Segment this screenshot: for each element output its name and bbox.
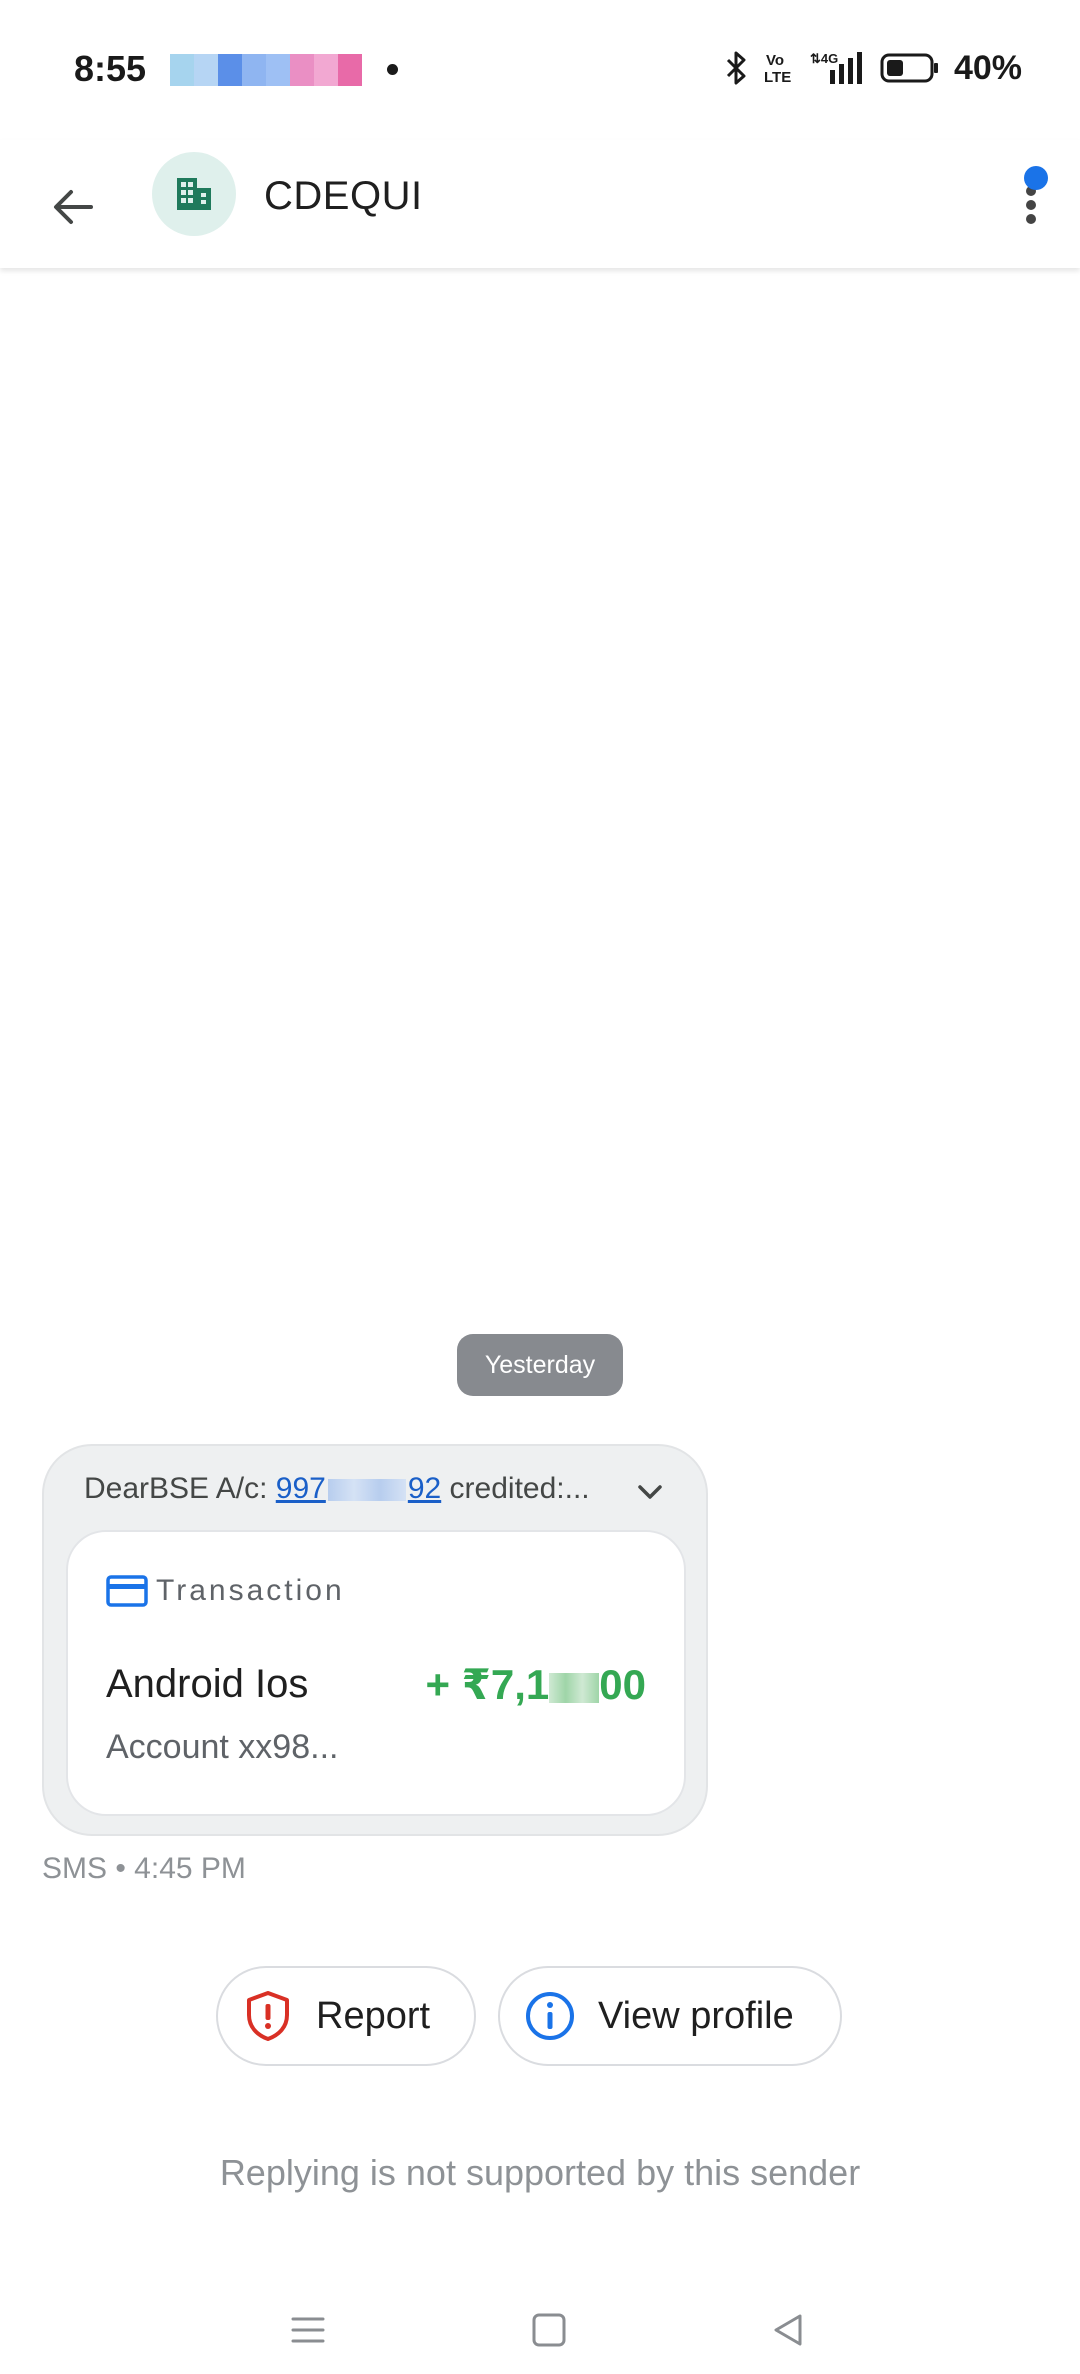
more-options-button[interactable] (1000, 162, 1060, 242)
system-nav-bar (0, 2280, 1080, 2374)
report-shield-icon (242, 1990, 294, 2042)
transaction-card[interactable]: Transaction Android Ios + ₹7,1 00 Account… (66, 1530, 686, 1816)
app-bar: CDEQUI (0, 140, 1080, 268)
avatar[interactable] (152, 152, 236, 236)
status-time: 8:55 (74, 48, 147, 89)
report-label: Report (316, 1994, 431, 2037)
home-square-icon (532, 2313, 566, 2347)
transaction-label: Transaction (156, 1574, 345, 1607)
message-suffix: credited:... (449, 1472, 590, 1505)
message-bubble[interactable]: DearBSE A/c: 997 92 credited:... Transact… (42, 1444, 708, 1836)
menu-icon (291, 2317, 325, 2343)
battery-icon (880, 53, 938, 83)
back-button[interactable] (38, 172, 108, 242)
merchant-name: Android Ios (106, 1662, 309, 1706)
notification-icon (314, 54, 338, 86)
notification-icon (218, 54, 242, 86)
volte-icon: Vo LTE (764, 52, 791, 86)
home-button[interactable] (509, 2290, 589, 2370)
report-button[interactable]: Report (216, 1966, 476, 2066)
amount-suffix: 00 (599, 1661, 646, 1708)
recents-button[interactable] (268, 2290, 348, 2370)
redacted-amount-digits (549, 1672, 600, 1703)
transaction-amount: + ₹7,1 00 (425, 1660, 646, 1709)
notification-badge (1024, 166, 1048, 190)
signal-4g-icon: ⇅4G (810, 51, 862, 84)
notification-icon (338, 54, 362, 86)
more-notifications-dot (387, 64, 398, 75)
svg-text:⇅4G: ⇅4G (810, 51, 838, 66)
battery-percent: 40% (953, 48, 1022, 87)
info-icon (524, 1990, 576, 2042)
notification-icon (266, 54, 290, 86)
notification-icon (170, 54, 194, 86)
account-number-end: 92 (407, 1472, 442, 1505)
notification-icon (194, 54, 218, 86)
account-summary: Account xx98... (106, 1728, 339, 1766)
back-nav-button[interactable] (748, 2290, 828, 2370)
account-number-link[interactable]: 997 92 (276, 1472, 441, 1505)
svg-text:LTE: LTE (764, 69, 791, 86)
triangle-back-icon (774, 2314, 802, 2346)
date-divider: Yesterday (457, 1334, 623, 1396)
status-bar: 8:55 Vo LTE ⇅4G 40% (0, 0, 1080, 140)
arrow-back-icon (54, 190, 93, 224)
message-meta: SMS • 4:45 PM (42, 1852, 246, 1885)
view-profile-button[interactable]: View profile (498, 1966, 842, 2066)
notification-icon (290, 54, 314, 86)
transaction-header: Transaction (106, 1574, 345, 1608)
svg-text:Vo: Vo (766, 52, 784, 69)
notification-icon (242, 54, 266, 86)
conversation-title[interactable]: CDEQUI (264, 174, 423, 219)
message-preview: DearBSE A/c: 997 92 credited:... (84, 1472, 590, 1506)
bluetooth-icon (726, 51, 746, 85)
business-icon (177, 178, 211, 210)
more-vert-icon (1026, 200, 1036, 210)
status-icons: Vo LTE ⇅4G 40% (724, 46, 1022, 90)
reply-not-supported-notice: Replying is not supported by this sender (219, 2152, 861, 2193)
message-prefix: DearBSE A/c: (84, 1472, 268, 1505)
more-vert-icon (1026, 214, 1036, 224)
expand-message-button[interactable] (634, 1476, 666, 1508)
credit-card-icon (106, 1575, 148, 1607)
chevron-down-icon (638, 1485, 662, 1499)
amount-prefix: + ₹7,1 (425, 1661, 550, 1708)
view-profile-label: View profile (598, 1994, 794, 2037)
account-number-start: 997 (275, 1472, 326, 1505)
redacted-digits (327, 1479, 406, 1502)
notification-icons (170, 54, 362, 86)
